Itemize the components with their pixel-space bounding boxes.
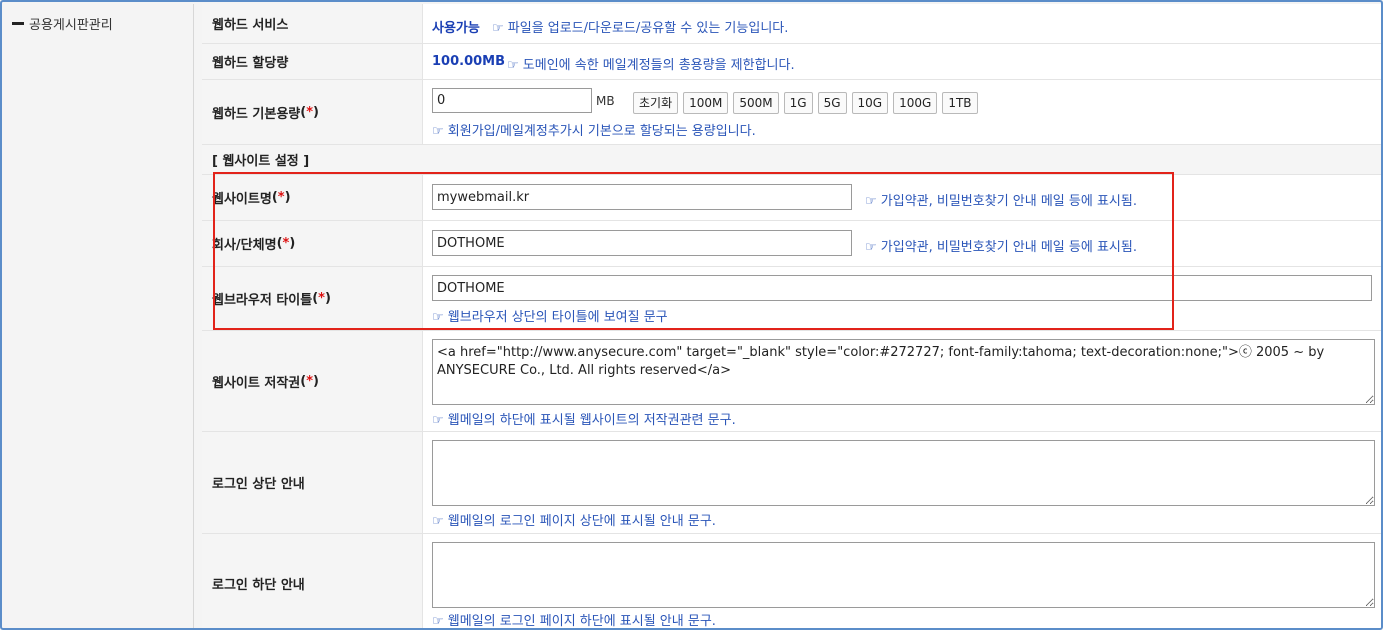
collapse-dash-icon	[12, 22, 24, 25]
preset-10g-button[interactable]: 10G	[851, 92, 889, 114]
row-value: ☞ 가입약관, 비밀번호찾기 안내 메일 등에 표시됨.	[424, 175, 1381, 220]
row-label: 웹사이트 저작권(*)	[202, 331, 423, 431]
section-title: [ 웹사이트 설정 ]	[212, 154, 310, 169]
required-mark: *	[306, 373, 314, 389]
label-text: 웹사이트 저작권	[212, 375, 301, 391]
section-website-settings: [ 웹사이트 설정 ]	[202, 145, 1381, 175]
row-label: 웹하드 서비스	[202, 4, 423, 43]
copyright-textarea[interactable]: <a href="http://www.anysecure.com" targe…	[432, 339, 1375, 405]
login-top-hint: ☞ 웹메일의 로그인 페이지 상단에 표시될 안내 문구.	[432, 514, 716, 529]
preset-100g-button[interactable]: 100G	[893, 92, 938, 114]
row-label: 웹하드 기본용량(*)	[202, 80, 423, 144]
row-label: 로그인 상단 안내	[202, 432, 423, 533]
preset-5g-button[interactable]: 5G	[817, 92, 847, 114]
row-site-name: 웹사이트명(*) ☞ 가입약관, 비밀번호찾기 안내 메일 등에 표시됨.	[202, 175, 1381, 221]
row-login-bottom: 로그인 하단 안내 ☞ 웹메일의 로그인 페이지 하단에 표시될 안내 문구.	[202, 534, 1381, 629]
webhard-service-hint: ☞ 파일을 업로드/다운로드/공유할 수 있는 기능입니다.	[492, 21, 789, 36]
webhard-default-input[interactable]	[432, 88, 592, 113]
row-label: 회사/단체명(*)	[202, 221, 423, 266]
label-text: 웹하드 할당량	[212, 56, 289, 71]
label-text: 로그인 하단 안내	[212, 578, 305, 593]
sidebar: 공용게시판관리	[4, 4, 194, 628]
webhard-quota-value: 100.00MB	[432, 54, 506, 69]
webhard-quota-hint: ☞ 도메인에 속한 메일계정들의 총용량을 제한합니다.	[507, 58, 795, 73]
login-top-textarea[interactable]	[432, 440, 1375, 506]
browser-title-hint: ☞ 웹브라우저 상단의 타이틀에 보여질 문구	[432, 310, 668, 325]
row-company-name: 회사/단체명(*) ☞ 가입약관, 비밀번호찾기 안내 메일 등에 표시됨.	[202, 221, 1381, 267]
login-bottom-textarea[interactable]	[432, 542, 1375, 608]
company-name-input[interactable]	[432, 230, 852, 256]
required-mark: *	[318, 291, 325, 306]
row-copyright: 웹사이트 저작권(*) <a href="http://www.anysecur…	[202, 331, 1381, 432]
unit-label: MB	[596, 94, 615, 108]
row-browser-title: 웹브라우저 타이틀(*) ☞ 웹브라우저 상단의 타이틀에 보여질 문구	[202, 267, 1381, 331]
label-text: 웹하드 기본용량	[212, 106, 301, 122]
label-text: 회사/단체명	[212, 238, 277, 253]
preset-1tb-button[interactable]: 1TB	[942, 92, 978, 114]
window-frame: 공용게시판관리 웹하드 서비스 사용가능 ☞ 파일을 업로드/다운로드/공유할 …	[0, 0, 1383, 630]
row-value: MB 초기화100M500M1G5G10G100G1TB ☞ 회원가입/메일계정…	[424, 80, 1381, 144]
webhard-default-hint: ☞ 회원가입/메일계정추가시 기본으로 할당되는 용량입니다.	[432, 124, 756, 139]
row-label: 웹하드 할당량	[202, 44, 423, 79]
required-mark: *	[306, 104, 314, 120]
row-value: ☞ 웹브라우저 상단의 타이틀에 보여질 문구	[424, 267, 1381, 330]
preset-100m-button[interactable]: 100M	[683, 92, 729, 114]
preset-500m-button[interactable]: 500M	[733, 92, 779, 114]
row-value: ☞ 가입약관, 비밀번호찾기 안내 메일 등에 표시됨.	[424, 221, 1381, 266]
company-name-hint: ☞ 가입약관, 비밀번호찾기 안내 메일 등에 표시됨.	[865, 240, 1137, 255]
login-bottom-hint: ☞ 웹메일의 로그인 페이지 하단에 표시될 안내 문구.	[432, 614, 716, 629]
row-value: <a href="http://www.anysecure.com" targe…	[424, 331, 1381, 431]
site-name-hint: ☞ 가입약관, 비밀번호찾기 안내 메일 등에 표시됨.	[865, 194, 1137, 209]
row-label: 웹브라우저 타이틀(*)	[202, 267, 423, 330]
label-text: 웹브라우저 타이틀	[212, 293, 313, 308]
sidebar-item-label: 공용게시판관리	[29, 18, 113, 33]
row-webhard-service: 웹하드 서비스 사용가능 ☞ 파일을 업로드/다운로드/공유할 수 있는 기능입…	[202, 4, 1381, 44]
webhard-status: 사용가능	[432, 21, 480, 36]
preset-1g-button[interactable]: 1G	[783, 92, 813, 114]
reset-button[interactable]: 초기화	[633, 92, 679, 114]
row-webhard-default: 웹하드 기본용량(*) MB 초기화100M500M1G5G10G100G1TB…	[202, 80, 1381, 145]
row-label: 로그인 하단 안내	[202, 534, 423, 628]
copyright-hint: ☞ 웹메일의 하단에 표시될 웹사이트의 저작권관련 문구.	[432, 413, 736, 428]
row-value: ☞ 웹메일의 로그인 페이지 하단에 표시될 안내 문구.	[424, 534, 1381, 629]
row-value: 사용가능 ☞ 파일을 업로드/다운로드/공유할 수 있는 기능입니다.	[424, 4, 1381, 43]
label-text: 웹하드 서비스	[212, 18, 289, 33]
row-login-top: 로그인 상단 안내 ☞ 웹메일의 로그인 페이지 상단에 표시될 안내 문구.	[202, 432, 1381, 534]
row-value: 100.00MB ☞ 도메인에 속한 메일계정들의 총용량을 제한합니다.	[424, 44, 1381, 79]
browser-title-input[interactable]	[432, 275, 1372, 301]
label-text: 로그인 상단 안내	[212, 477, 305, 492]
required-mark: *	[282, 236, 290, 251]
quota-preset-buttons: 초기화 100M 500M 1G 5G 10G 100G 1TB	[633, 92, 983, 114]
label-text: 웹사이트명	[212, 192, 272, 207]
row-value: ☞ 웹메일의 로그인 페이지 상단에 표시될 안내 문구.	[424, 432, 1381, 533]
sidebar-item-public-board[interactable]: 공용게시판관리	[12, 14, 113, 33]
site-name-input[interactable]	[432, 184, 852, 210]
row-webhard-quota: 웹하드 할당량 100.00MB ☞ 도메인에 속한 메일계정들의 총용량을 제…	[202, 44, 1381, 80]
row-label: 웹사이트명(*)	[202, 175, 423, 220]
settings-panel: 웹하드 서비스 사용가능 ☞ 파일을 업로드/다운로드/공유할 수 있는 기능입…	[194, 4, 1381, 629]
required-mark: *	[277, 190, 285, 205]
